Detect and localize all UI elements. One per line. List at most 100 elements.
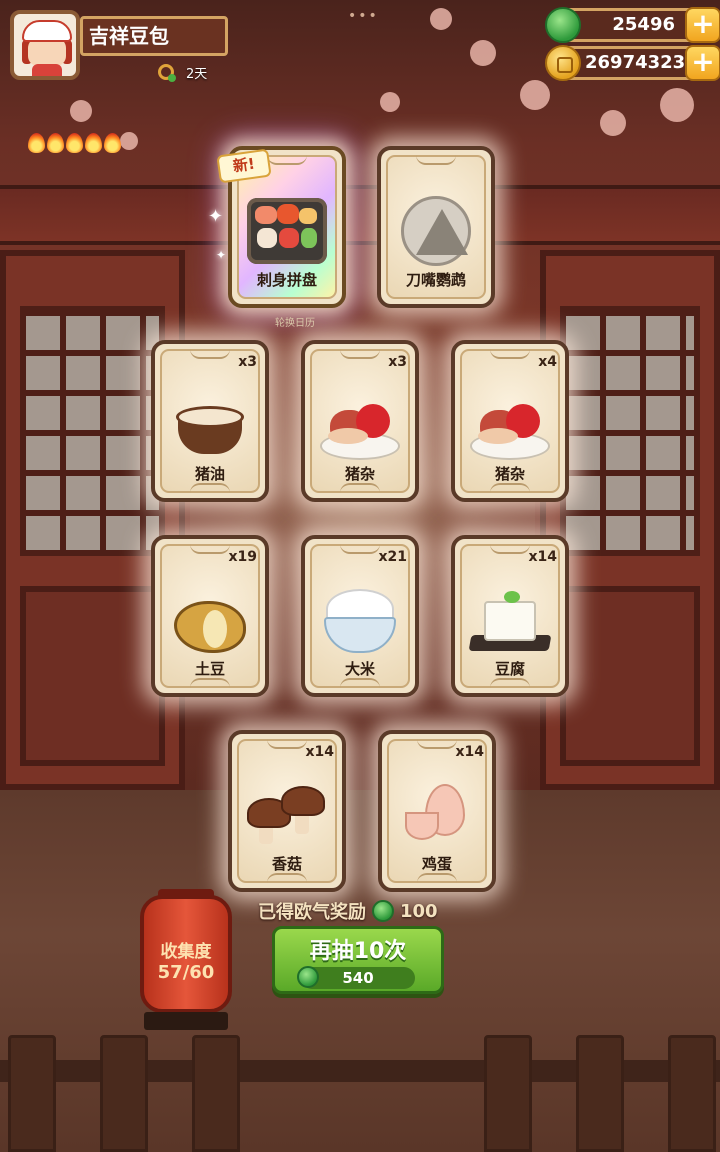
card-count: x21 [378, 549, 407, 565]
lard-bowl-icon [170, 384, 250, 464]
card-ornament [190, 678, 230, 688]
meat [328, 428, 368, 444]
lard-surface [176, 406, 244, 428]
flame-icon [104, 133, 121, 153]
add-gold-button[interactable]: + [685, 45, 720, 81]
shiitake-icon [247, 774, 327, 854]
card-ornament [340, 349, 380, 359]
rotation-label: 轮换日历 [275, 318, 315, 329]
reward-label: 已得欧气奖励 [258, 902, 366, 923]
lantern-stand [144, 1012, 228, 1030]
flame-icon [28, 133, 45, 153]
tofu-icon [468, 579, 552, 659]
card-ornament [340, 678, 380, 688]
card-tofu[interactable]: x14 豆腐 [451, 535, 569, 697]
player-avatar[interactable] [10, 10, 80, 80]
flame-icon [85, 133, 102, 153]
card-ornament [490, 678, 530, 688]
card-count: x4 [538, 354, 557, 370]
draw-again-button[interactable]: 再抽10次 540 [272, 926, 444, 994]
card-ornament [267, 155, 307, 165]
blossom [470, 40, 496, 66]
avatar-face [28, 38, 66, 66]
left-door-panel [0, 250, 185, 790]
card-label: 香菇 [271, 855, 302, 873]
collection-lantern[interactable]: 收集度 57/60 [140, 889, 232, 1013]
mushroom-cap [281, 786, 325, 816]
blossom [430, 8, 452, 30]
fence-post [668, 1035, 716, 1152]
rice-bowl-icon [320, 579, 400, 659]
card-offal[interactable]: x3 猪杂 [301, 340, 419, 502]
avatar-body [32, 64, 62, 76]
card-label: 刺身拼盘 [256, 271, 317, 289]
potato [174, 601, 246, 653]
card-lard[interactable]: x3 猪油 [151, 340, 269, 502]
card-rice[interactable]: x21 大米 [301, 535, 419, 697]
jade-coin-icon [545, 7, 581, 43]
reward-value: 100 [400, 900, 438, 922]
card-label: 豆腐 [494, 660, 525, 678]
rice-bowl [324, 617, 396, 653]
card-ornament [490, 349, 530, 359]
card-mushroom[interactable]: x14 香菇 [228, 730, 346, 892]
door-lower-panel [560, 586, 700, 766]
lattice-window [20, 306, 165, 556]
card-ornament [490, 544, 530, 554]
card-ornament [190, 483, 230, 493]
card-parrot[interactable]: 刀嘴鹦鹉 [377, 146, 495, 308]
card-label: 猪油 [194, 465, 225, 483]
luck-reward: 已得欧气奖励 100 [258, 898, 438, 924]
unknown-silhouette-icon [401, 196, 471, 266]
player-name: 吉祥豆包 [80, 16, 228, 56]
fence-post [8, 1035, 56, 1152]
sashimi-platter-icon [247, 198, 327, 264]
lattice-window [560, 306, 700, 556]
collection-label: 收集度 [160, 942, 212, 962]
menu-dots-icon[interactable]: ••• [348, 8, 379, 24]
egg-icon [397, 774, 477, 854]
gold-coin-icon [545, 45, 581, 81]
ceiling-beam [0, 185, 720, 245]
card-count: x3 [238, 354, 257, 370]
fence-post [100, 1035, 148, 1152]
card-egg[interactable]: x14 鸡蛋 [378, 730, 496, 892]
card-offal[interactable]: x4 猪杂 [451, 340, 569, 502]
card-ornament [190, 349, 230, 359]
jade-icon [297, 966, 319, 988]
sparkle-icon: ✦ [208, 206, 224, 227]
sparkle-icon: ✦ [216, 248, 227, 262]
draw-cost-value: 540 [342, 969, 374, 987]
card-label: 大米 [344, 660, 375, 678]
blossom [120, 132, 138, 150]
card-ornament [416, 155, 456, 165]
flame-icon [47, 133, 64, 153]
blossom [600, 110, 626, 136]
add-jade-button[interactable]: + [685, 7, 720, 43]
blossom [520, 80, 550, 110]
pork-offal-icon [470, 384, 550, 464]
draw-cost: 540 [297, 966, 415, 989]
card-ornament [267, 739, 307, 749]
collection-progress: 57/60 [157, 962, 215, 983]
card-count: x14 [528, 549, 557, 565]
jade-currency: 25496 + [545, 7, 720, 43]
card-label: 猪杂 [344, 465, 375, 483]
card-ornament [417, 873, 457, 883]
card-label: 鸡蛋 [421, 855, 452, 873]
fence-post [576, 1035, 624, 1152]
card-ornament [417, 739, 457, 749]
avatar-hat [22, 20, 72, 42]
fence-post [484, 1035, 532, 1152]
card-ornament [490, 483, 530, 493]
pork-offal-icon [320, 384, 400, 464]
days-text: 2天 [186, 66, 208, 82]
blossom [660, 88, 694, 122]
egg-shell [405, 812, 439, 840]
door-lower-panel [20, 586, 165, 766]
potato-icon [170, 579, 250, 659]
card-count: x19 [228, 549, 257, 565]
card-label: 土豆 [194, 660, 225, 678]
meat [478, 428, 518, 444]
card-potato[interactable]: x19 土豆 [151, 535, 269, 697]
